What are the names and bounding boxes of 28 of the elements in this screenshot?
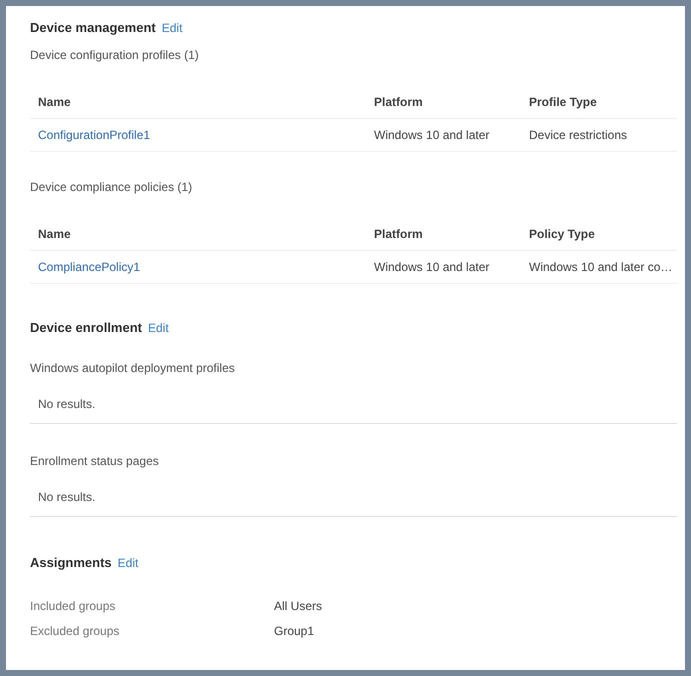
- section-title: Device enrollment: [30, 318, 142, 336]
- item-link[interactable]: ConfigurationProfile1: [38, 126, 374, 144]
- column-header: Platform: [374, 94, 424, 110]
- column-header: Profile Type: [529, 94, 597, 110]
- table-cell-text: Windows 10 and later: [374, 126, 490, 144]
- empty-message: No results.: [38, 397, 96, 411]
- edit-link[interactable]: Edit: [148, 318, 169, 336]
- table-cell-text: Windows 10 and later: [374, 258, 490, 276]
- column-header: Name: [38, 94, 72, 110]
- field-label: Excluded groups: [30, 622, 120, 640]
- column-header: Platform: [374, 226, 424, 242]
- column-header: Policy Type: [529, 226, 595, 242]
- table-cell-text: Windows 10 and later co…: [529, 258, 672, 276]
- field-value: All Users: [274, 598, 322, 614]
- section-caption: Enrollment status pages: [30, 453, 160, 470]
- field-value: Group1: [274, 622, 314, 640]
- column-header: Name: [38, 226, 72, 242]
- table-cell-text: Device restrictions: [529, 126, 628, 144]
- section-title: Device management: [30, 19, 156, 37]
- field-label: Included groups: [30, 598, 116, 614]
- item-link[interactable]: CompliancePolicy1: [38, 258, 374, 276]
- section-title: Assignments: [30, 554, 112, 572]
- table-caption: Device configuration profiles (1): [30, 46, 200, 64]
- edit-link[interactable]: Edit: [162, 19, 182, 37]
- empty-message: No results.: [38, 490, 96, 504]
- table-caption: Device compliance policies (1): [30, 178, 194, 196]
- edit-link[interactable]: Edit: [118, 554, 138, 572]
- section-caption: Windows autopilot deployment profiles: [30, 360, 236, 377]
